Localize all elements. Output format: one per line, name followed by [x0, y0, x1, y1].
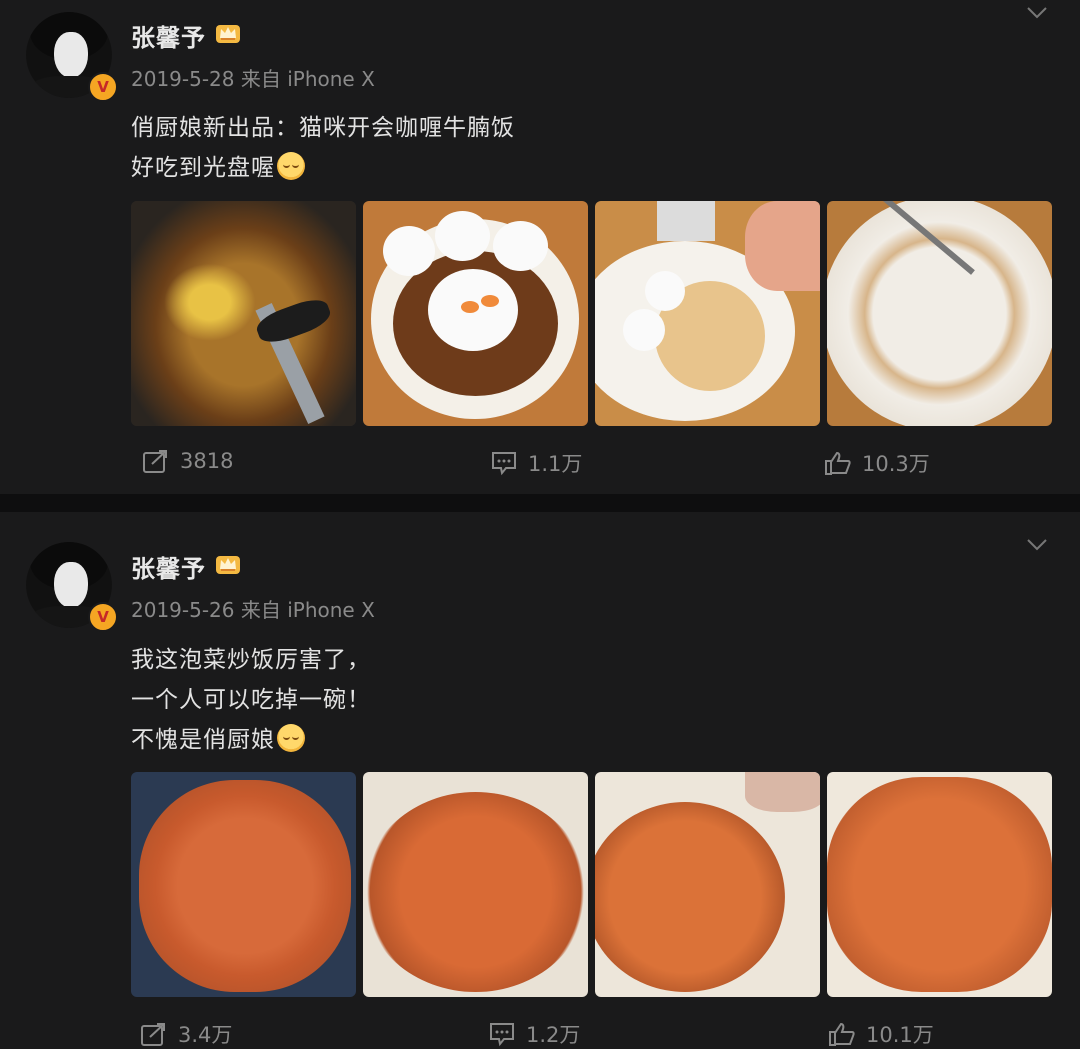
post-image[interactable] [827, 772, 1052, 997]
post-image[interactable] [131, 772, 356, 997]
chevron-down-icon[interactable] [1026, 6, 1048, 20]
verified-badge: V [88, 72, 118, 102]
comment-count: 1.1万 [528, 452, 583, 476]
like-count: 10.1万 [866, 1023, 934, 1047]
share-count: 3818 [180, 449, 234, 473]
verified-badge: V [88, 602, 118, 632]
post-text-line: 我这泡菜炒饭厉害了， [131, 647, 371, 673]
chevron-down-icon[interactable] [1026, 538, 1048, 552]
comment-icon [492, 452, 516, 476]
post-meta: 2019-5-26 来自 iPhone X [131, 594, 375, 623]
like-icon [829, 1022, 855, 1046]
post-text: 好吃到光盘喔 [131, 155, 275, 181]
like-button[interactable]: 10.3万 [824, 448, 930, 478]
weibo-post: V 张馨予 2019-5-28 来自 iPhone X 俏厨娘新出品：猫咪开会咖… [0, 0, 1080, 494]
post-text-line: 俏厨娘新出品：猫咪开会咖喱牛腩饭 [131, 115, 515, 141]
share-button[interactable]: 3818 [142, 448, 233, 474]
post-image[interactable] [131, 201, 356, 426]
comment-count: 1.2万 [526, 1023, 581, 1047]
post-separator [0, 494, 1080, 512]
share-icon [143, 450, 167, 473]
post-date: 2019-5-26 [131, 598, 235, 622]
crown-icon[interactable] [215, 553, 241, 575]
post-image[interactable] [595, 772, 820, 997]
share-icon [141, 1023, 165, 1046]
comment-icon [490, 1023, 514, 1047]
post-image[interactable] [363, 201, 588, 426]
share-button[interactable]: 3.4万 [140, 1019, 232, 1049]
smiling-emoji-icon [277, 724, 305, 752]
post-source: 来自 iPhone X [240, 598, 375, 622]
post-image[interactable] [363, 772, 588, 997]
post-image[interactable] [827, 201, 1052, 426]
post-image[interactable] [595, 201, 820, 426]
post-date: 2019-5-28 [131, 67, 235, 91]
post-text-line: 好吃到光盘喔 [131, 148, 305, 182]
comment-button[interactable]: 1.1万 [490, 448, 582, 478]
comment-button[interactable]: 1.2万 [488, 1019, 580, 1049]
like-button[interactable]: 10.1万 [828, 1019, 934, 1049]
post-source: 来自 iPhone X [240, 67, 375, 91]
like-count: 10.3万 [862, 452, 930, 476]
smiling-emoji-icon [277, 152, 305, 180]
post-text: 不愧是俏厨娘 [131, 727, 275, 753]
like-icon [825, 451, 851, 475]
share-count: 3.4万 [178, 1023, 233, 1047]
username[interactable]: 张馨予 [131, 549, 206, 584]
weibo-post: V 张馨予 2019-5-26 来自 iPhone X 我这泡菜炒饭厉害了， 一… [0, 512, 1080, 1047]
username[interactable]: 张馨予 [131, 18, 206, 53]
post-meta: 2019-5-28 来自 iPhone X [131, 63, 375, 92]
crown-icon[interactable] [215, 22, 241, 44]
post-text-line: 不愧是俏厨娘 [131, 720, 305, 754]
post-text-line: 一个人可以吃掉一碗！ [131, 687, 371, 713]
